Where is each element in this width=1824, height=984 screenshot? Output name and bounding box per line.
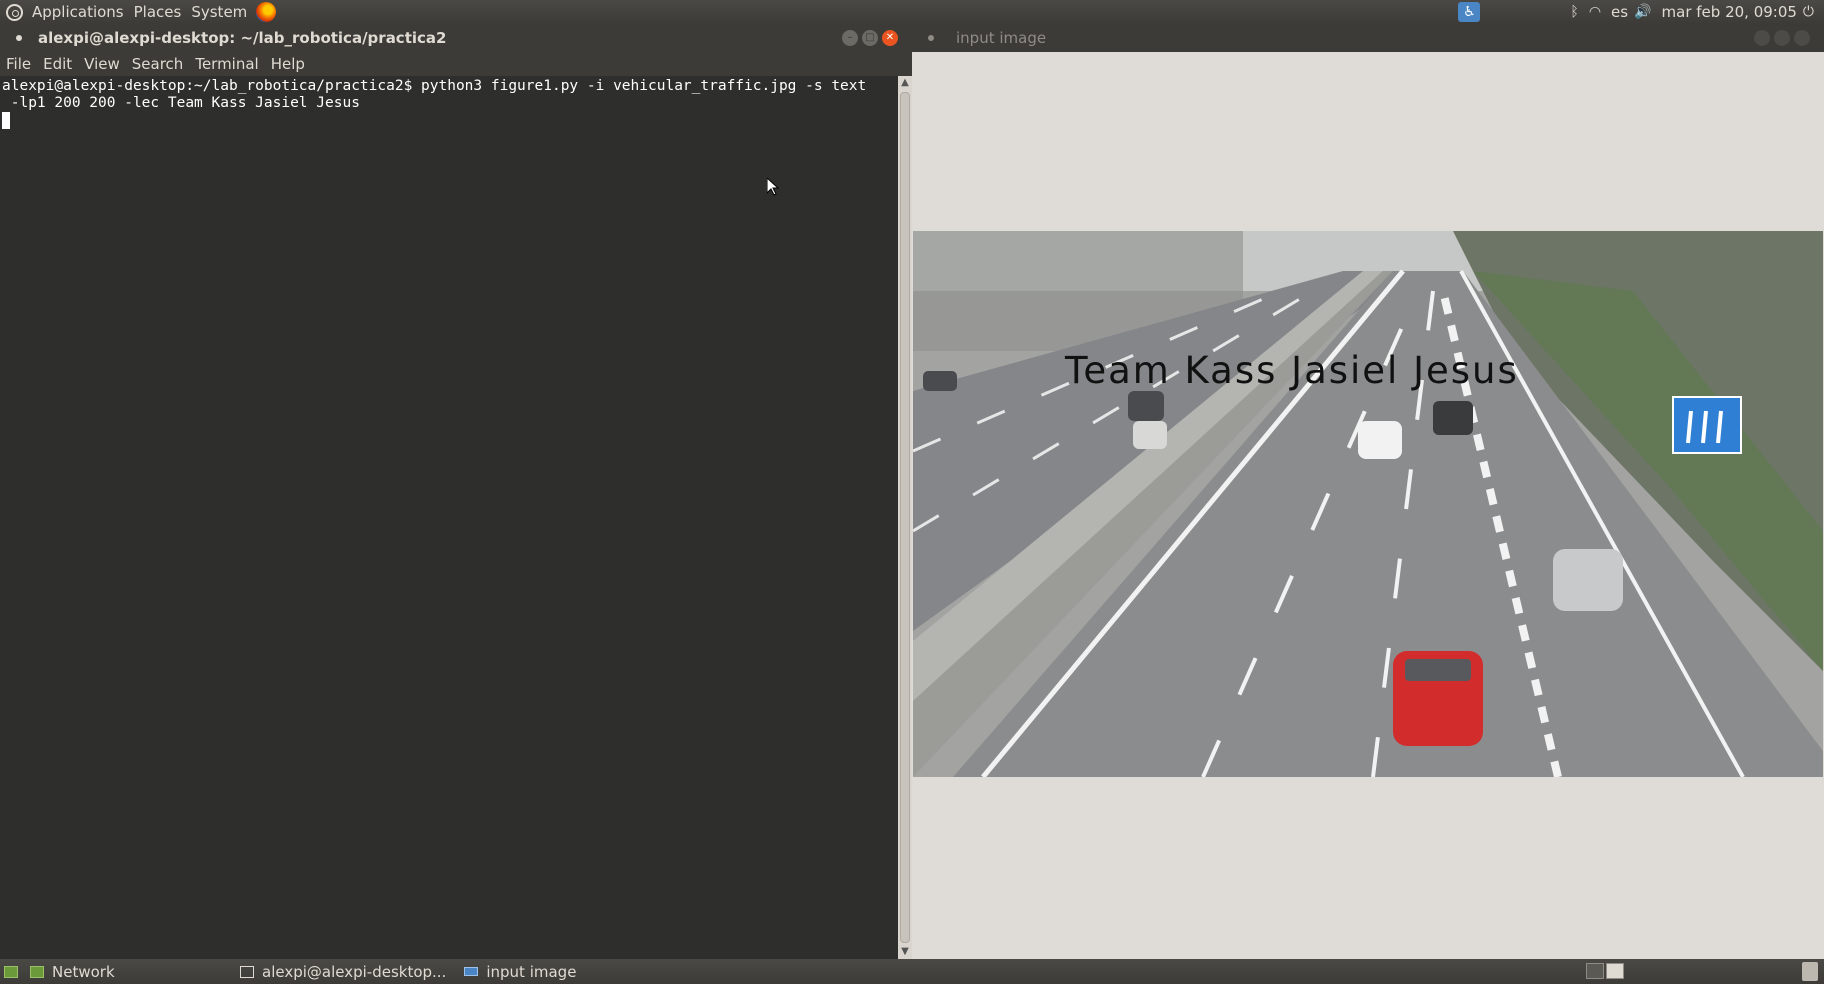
scroll-up-icon[interactable]: ▲	[898, 76, 912, 90]
menu-system[interactable]: System	[186, 0, 252, 24]
menu-places[interactable]: Places	[129, 0, 187, 24]
workspace-1[interactable]	[1586, 963, 1604, 979]
wifi-icon[interactable]: ◠	[1589, 4, 1601, 20]
menu-help[interactable]: Help	[267, 55, 309, 73]
taskbar-network[interactable]: Network	[26, 963, 226, 981]
menu-applications[interactable]: Applications	[27, 0, 129, 24]
terminal-window: alexpi@alexpi-desktop: ~/lab_robotica/pr…	[0, 24, 912, 959]
window-menu-icon[interactable]	[16, 35, 22, 41]
scroll-down-icon[interactable]: ▼	[898, 945, 912, 959]
traffic-photo: Team Kass Jasiel Jesus	[913, 231, 1823, 777]
network-icon	[30, 965, 44, 978]
menu-view[interactable]: View	[80, 55, 124, 73]
menu-terminal[interactable]: Terminal	[191, 55, 262, 73]
top-panel: Applications Places System ♿ ᛒ ◠ es 🔊 ma…	[0, 0, 1824, 24]
image-window-icon	[464, 967, 479, 976]
workspace-switcher	[1586, 963, 1624, 979]
terminal-output[interactable]: alexpi@alexpi-desktop:~/lab_robotica/pra…	[0, 76, 898, 959]
minimize-icon[interactable]	[1754, 30, 1770, 46]
keyboard-layout[interactable]: es	[1611, 3, 1628, 21]
taskbar-label: Network	[52, 962, 115, 981]
menu-file[interactable]: File	[2, 55, 35, 73]
image-window-controls	[1754, 30, 1810, 46]
clock[interactable]: mar feb 20, 09:05	[1662, 3, 1797, 21]
maximize-icon[interactable]: □	[862, 30, 878, 46]
menu-search[interactable]: Search	[128, 55, 188, 73]
ubuntu-logo-icon[interactable]	[6, 3, 23, 21]
overlay-text: Team Kass Jasiel Jesus	[1065, 349, 1519, 392]
highway-scene	[913, 231, 1823, 777]
taskbar-label: input image	[486, 962, 577, 981]
image-window-title: input image	[956, 29, 1047, 47]
power-icon[interactable]: ⏻	[1803, 4, 1814, 20]
mouse-cursor-icon	[767, 178, 779, 196]
terminal-line-1: alexpi@alexpi-desktop:~/lab_robotica/pra…	[2, 78, 867, 94]
terminal-window-controls: – □ ✕	[842, 30, 898, 46]
show-desktop-icon[interactable]	[4, 965, 18, 978]
minimize-icon[interactable]: –	[842, 30, 858, 46]
maximize-icon[interactable]	[1774, 30, 1790, 46]
volume-icon[interactable]: 🔊	[1634, 4, 1651, 20]
menu-edit[interactable]: Edit	[39, 55, 76, 73]
trash-icon[interactable]	[1802, 962, 1818, 981]
bluetooth-icon[interactable]: ᛒ	[1570, 4, 1578, 20]
taskbar-terminal[interactable]: alexpi@alexpi-desktop...	[236, 963, 450, 981]
close-icon[interactable]: ✕	[882, 30, 898, 46]
accessibility-icon[interactable]: ♿	[1458, 2, 1481, 22]
taskbar-image[interactable]: input image	[460, 963, 580, 981]
bottom-panel: Network alexpi@alexpi-desktop... input i…	[0, 959, 1824, 984]
system-tray: ♿ ᛒ ◠ es 🔊 mar feb 20, 09:05 ⏻	[1458, 0, 1824, 24]
terminal-title-bar[interactable]: alexpi@alexpi-desktop: ~/lab_robotica/pr…	[0, 24, 912, 52]
close-icon[interactable]	[1794, 30, 1810, 46]
terminal-menu-bar: File Edit View Search Terminal Help	[0, 52, 912, 76]
terminal-scrollbar[interactable]: ▲ ▼	[898, 76, 912, 959]
firefox-launcher-icon[interactable]	[256, 2, 277, 22]
terminal-line-2: -lp1 200 200 -lec Team Kass Jasiel Jesus	[2, 95, 360, 111]
terminal-cursor	[2, 112, 10, 129]
image-title-bar[interactable]: input image	[912, 24, 1824, 52]
terminal-title: alexpi@alexpi-desktop: ~/lab_robotica/pr…	[38, 29, 447, 47]
taskbar-label: alexpi@alexpi-desktop...	[262, 962, 447, 981]
image-window: input image Team Kass Jasiel Jesus	[912, 24, 1824, 959]
scroll-thumb[interactable]	[900, 92, 910, 943]
window-menu-icon[interactable]	[928, 35, 934, 41]
workspace-2[interactable]	[1606, 963, 1624, 979]
terminal-icon	[240, 965, 254, 978]
